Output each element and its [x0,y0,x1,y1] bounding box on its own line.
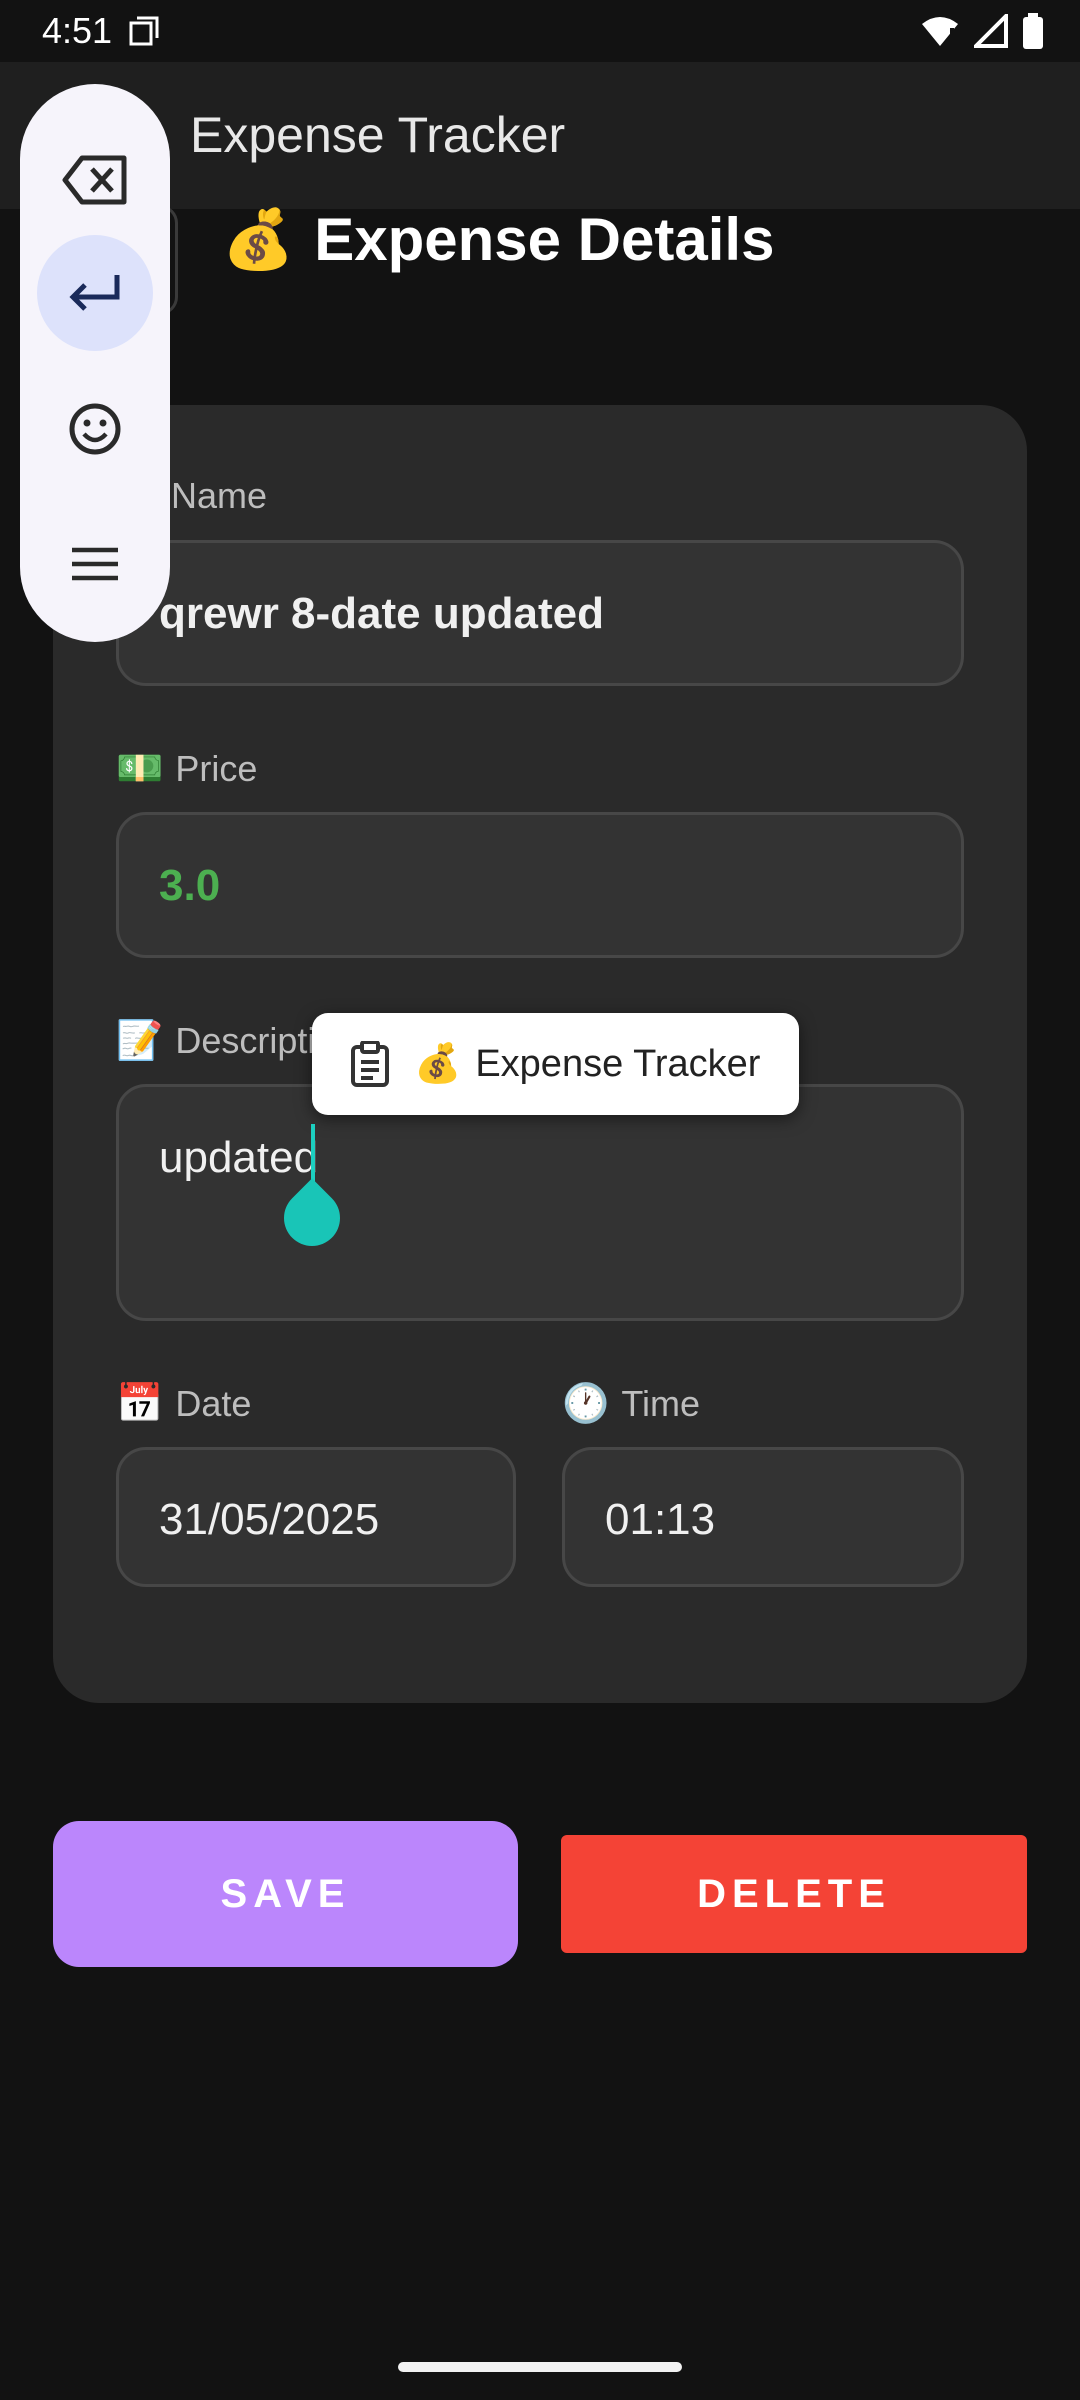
price-field[interactable]: 3.0 [116,812,964,958]
app-title: Expense Tracker [190,107,566,163]
delete-button[interactable]: DELETE [561,1835,1027,1953]
date-value: 31/05/2025 [159,1495,380,1544]
calendar-icon: 📅 [116,1383,164,1425]
backspace-button[interactable] [37,122,153,238]
name-value: qrewr 8-date updated [159,589,604,638]
price-value: 3.0 [159,861,221,910]
emoji-icon [69,403,121,455]
enter-icon [69,275,120,311]
price-label: 💵 Price [116,748,258,790]
status-time: 4:51 [42,10,113,51]
backspace-icon [62,155,127,205]
text-cursor [311,1124,315,1186]
battery-icon [1023,13,1043,49]
status-bar: 4:51 [0,0,1080,62]
clipboard-icon [351,1041,389,1087]
description-label: 📝 Descripti [116,1020,316,1062]
cell-signal-icon [974,14,1008,48]
page-title: 💰 Expense Details [222,205,774,274]
time-value: 01:13 [605,1495,716,1544]
clipboard-suggestion-text: 💰 Expense Tracker [414,1042,761,1086]
status-icons [920,12,1044,50]
floating-keyboard-toolbar [20,84,170,642]
enter-button[interactable] [37,235,153,351]
page-title-text: Expense Details [314,206,775,273]
name-label: Name [171,475,268,516]
money-bag-icon: 💰 [222,206,295,272]
time-label: 🕐 Time [562,1383,700,1425]
screenshot-notification-icon [129,16,159,46]
time-field[interactable]: 01:13 [562,1447,964,1587]
description-field[interactable]: updated [116,1084,964,1321]
memo-icon: 📝 [116,1020,164,1062]
save-button[interactable]: SAVE [53,1821,518,1967]
date-field[interactable]: 31/05/2025 [116,1447,516,1587]
emoji-button[interactable] [37,371,153,487]
menu-icon [72,547,118,581]
clock-icon: 🕐 [562,1383,610,1425]
date-label: 📅 Date [116,1383,252,1425]
description-value: updated [159,1133,319,1182]
money-bag-icon: 💰 [414,1043,462,1085]
money-bill-icon: 💵 [116,748,164,790]
menu-button[interactable] [37,506,153,622]
name-field[interactable]: qrewr 8-date updated [116,540,964,686]
wifi-icon [922,17,958,46]
clipboard-suggestion-popup[interactable]: 💰 Expense Tracker [312,1013,799,1115]
home-indicator[interactable] [398,2362,682,2372]
